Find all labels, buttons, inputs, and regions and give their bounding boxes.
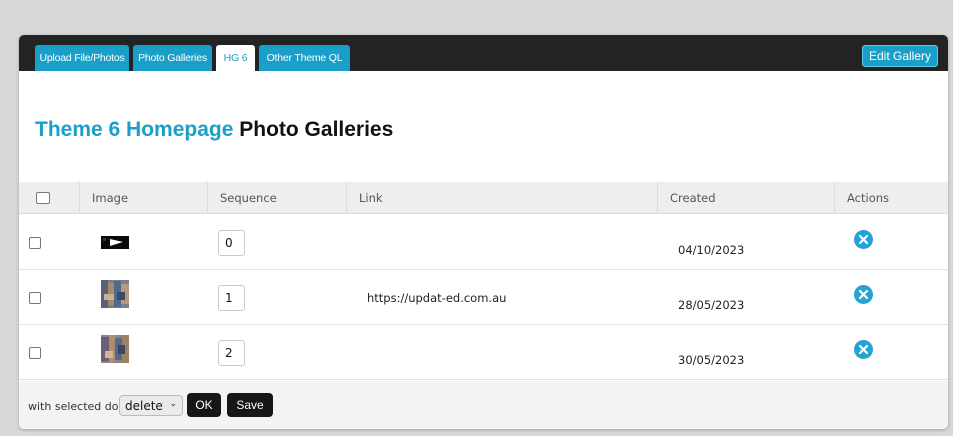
- tab-other-theme-ql[interactable]: Other Theme QL: [259, 45, 350, 71]
- edit-gallery-button[interactable]: Edit Gallery: [862, 45, 938, 67]
- bulk-action-label: with selected do:: [28, 400, 123, 413]
- actions-cell: [854, 267, 873, 322]
- row-checkbox[interactable]: [29, 236, 41, 249]
- bulk-action-select-value: delete: [125, 398, 163, 413]
- ok-button[interactable]: OK: [187, 393, 221, 417]
- created-date: 30/05/2023: [678, 352, 745, 367]
- table-row: 2 30/05/2023: [19, 325, 948, 380]
- link-text[interactable]: https://updat-ed.com.au: [367, 291, 506, 305]
- bulk-action-select[interactable]: delete ⌄: [119, 395, 183, 416]
- image-cell: [101, 266, 129, 321]
- delete-icon[interactable]: [854, 230, 873, 249]
- column-header-actions: Actions: [847, 191, 890, 205]
- sequence-cell: 0: [218, 215, 245, 270]
- sequence-cell: 2: [218, 325, 245, 380]
- column-header-link: Link: [347, 182, 658, 214]
- image-cell: [101, 215, 129, 270]
- row-select-cell: [29, 270, 41, 325]
- created-cell: 04/10/2023: [678, 222, 744, 277]
- bulk-actions-bar: with selected do: delete ⌄ OK Save: [19, 381, 948, 429]
- created-cell: 30/05/2023: [678, 332, 744, 387]
- tab-photo-galleries[interactable]: Photo Galleries: [133, 45, 212, 71]
- delete-icon[interactable]: [854, 340, 873, 359]
- delete-icon[interactable]: [854, 285, 873, 304]
- link-cell: https://updat-ed.com.au: [367, 270, 506, 325]
- play-thumbnail[interactable]: [101, 229, 129, 257]
- top-nav-bar: Upload File/Photos Photo Galleries HG 6 …: [19, 35, 948, 71]
- select-all-cell: [19, 182, 80, 214]
- created-date: 28/05/2023: [678, 297, 745, 312]
- created-cell: 28/05/2023: [678, 277, 744, 332]
- row-select-cell: [29, 215, 41, 270]
- table-header: Image Sequence Link Created Actions: [19, 182, 948, 214]
- tab-hg6[interactable]: HG 6: [216, 45, 255, 71]
- column-header-image: Image: [80, 182, 208, 214]
- sequence-cell: 1: [218, 270, 245, 325]
- sequence-input[interactable]: 1: [218, 284, 245, 311]
- page-title-accent: Theme 6 Homepage: [35, 118, 234, 141]
- actions-cell: [854, 322, 873, 377]
- sequence-input[interactable]: 0: [218, 229, 245, 256]
- created-date: 04/10/2023: [678, 242, 745, 257]
- table-row: 0 04/10/2023: [19, 215, 948, 270]
- sequence-input[interactable]: 2: [218, 339, 245, 366]
- photo-thumbnail[interactable]: [101, 334, 129, 363]
- image-cell: [101, 321, 129, 376]
- gallery-panel: Upload File/Photos Photo Galleries HG 6 …: [19, 35, 948, 429]
- row-checkbox[interactable]: [29, 291, 41, 304]
- page-title-rest: Photo Galleries: [233, 118, 394, 141]
- save-button[interactable]: Save: [227, 393, 273, 417]
- column-header-sequence: Sequence: [208, 182, 347, 214]
- table-row: 1 https://updat-ed.com.au 28/05/2023: [19, 270, 948, 325]
- chevron-down-icon: ⌄: [169, 399, 177, 409]
- page-title: Theme 6 Homepage Photo Galleries: [35, 118, 393, 142]
- tab-upload-file-photos[interactable]: Upload File/Photos: [35, 45, 129, 71]
- actions-cell: [854, 212, 873, 267]
- photo-thumbnail[interactable]: [101, 279, 129, 308]
- select-all-checkbox[interactable]: [36, 192, 50, 204]
- row-select-cell: [29, 325, 41, 380]
- column-header-created: Created: [658, 182, 835, 214]
- row-checkbox[interactable]: [29, 346, 41, 359]
